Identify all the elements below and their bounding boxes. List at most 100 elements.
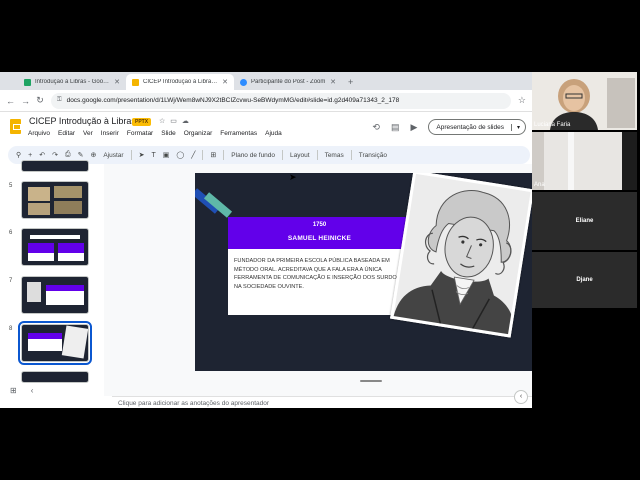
side-panel-toggle-icon[interactable]: ‹ — [514, 390, 528, 404]
paint-format-icon[interactable]: ✎ — [78, 151, 84, 159]
google-slides-logo-icon[interactable] — [10, 119, 21, 134]
zoom-favicon-icon — [240, 78, 247, 86]
slide-thumbnail[interactable] — [21, 276, 89, 314]
menu-formatar[interactable]: Formatar — [127, 130, 153, 137]
slide-person-name: SAMUEL HEINICKE — [287, 235, 352, 242]
back-arrow-icon[interactable]: ← — [6, 96, 15, 106]
cloud-status-icon[interactable]: ☁ — [182, 117, 189, 125]
slide-year: 1750 — [312, 222, 327, 228]
slide-number: 6 — [9, 230, 13, 236]
collapse-icon[interactable]: ‹ — [31, 386, 34, 395]
current-slide[interactable]: 1750 SAMUEL HEINICKE FUNDADOR DA PRIMEIR… — [195, 173, 548, 371]
tab-slides[interactable]: CICEP Introdução à Libras.pptx ✕ — [126, 74, 234, 90]
slide-thumbnail[interactable] — [21, 228, 89, 266]
filmstrip-view-controls: ⊞ ‹ — [10, 386, 33, 395]
document-title[interactable]: CICEP Introdução à Libras — [29, 116, 136, 126]
new-slide-icon[interactable]: + — [28, 152, 32, 159]
grid-view-icon[interactable]: ⊞ — [10, 386, 17, 395]
slide-body-text[interactable]: FUNDADOR DA PRIMEIRA ESCOLA PÚBLICA BASE… — [228, 249, 411, 315]
star-icon[interactable]: ☆ — [159, 117, 165, 125]
move-folder-icon[interactable]: ▭ — [170, 117, 177, 125]
divider — [130, 150, 132, 160]
zoom-select[interactable]: Ajustar — [103, 152, 123, 159]
participant-name: Djane — [576, 277, 593, 283]
tab-google-docs[interactable]: Introdução à Libras - Google D ✕ — [18, 74, 126, 90]
menu-arquivo[interactable]: Arquivo — [28, 130, 50, 137]
history-icon[interactable]: ⟲ — [372, 122, 380, 133]
comments-icon[interactable]: ▤ — [391, 122, 400, 133]
tab-title: Introdução à Libras - Google D — [35, 79, 111, 85]
speaker-notes-field[interactable]: Clique para adicionar as anotações do ap… — [112, 396, 532, 408]
participant-tile-video[interactable]: Luciana Faria — [532, 72, 637, 130]
title-box[interactable]: 1750 SAMUEL HEINICKE — [228, 217, 411, 249]
tab-zoom[interactable]: Participante do Post - Zoom ✕ — [234, 74, 342, 90]
slide-number: 8 — [9, 326, 13, 332]
participant-name: Ana — [534, 182, 545, 188]
menu-ferramentas[interactable]: Ferramentas — [220, 130, 257, 137]
tab-title: Participante do Post - Zoom — [251, 79, 326, 85]
reload-icon[interactable]: ↻ — [36, 95, 44, 106]
mouse-cursor-icon: ➤ — [289, 172, 297, 182]
url-text: docs.google.com/presentation/d/1LWj/Wem8… — [66, 97, 400, 104]
participant-tile[interactable]: Eliane — [532, 192, 637, 250]
new-tab-button[interactable]: + — [342, 74, 359, 90]
search-menus-icon[interactable]: ⚲ — [16, 151, 21, 159]
google-docs-favicon-icon — [24, 78, 31, 86]
menu-organizar[interactable]: Organizar — [184, 130, 213, 137]
divider — [316, 150, 318, 160]
slide-number: 5 — [9, 183, 13, 189]
url-input[interactable]: ⚿ docs.google.com/presentation/d/1LWj/We… — [51, 92, 511, 109]
forward-arrow-icon[interactable]: → — [21, 96, 30, 106]
close-icon[interactable]: ✕ — [222, 78, 228, 86]
slide-number: 7 — [9, 278, 13, 284]
undo-icon[interactable]: ↶ — [39, 151, 45, 159]
shape-icon[interactable]: ◯ — [176, 151, 184, 159]
menu-editar[interactable]: Editar — [58, 130, 75, 137]
transition-button[interactable]: Transição — [359, 152, 387, 159]
select-cursor-icon[interactable]: ➤ — [139, 151, 145, 159]
chevron-down-icon[interactable]: ▾ — [510, 123, 525, 131]
horizontal-scrollbar[interactable] — [360, 380, 382, 382]
portrait-image[interactable] — [390, 173, 534, 338]
menu-ver[interactable]: Ver — [83, 130, 93, 137]
file-type-badge: PPTX — [132, 118, 152, 126]
themes-button[interactable]: Temas — [325, 152, 344, 159]
slide-thumbnail[interactable] — [21, 371, 89, 383]
portrait-drawing — [392, 173, 534, 338]
address-bar: ← → ↻ ⚿ docs.google.com/presentation/d/1… — [0, 90, 532, 112]
participant-name: Eliane — [575, 218, 594, 224]
site-info-icon[interactable]: ⚿ — [57, 97, 62, 104]
bookmark-star-icon[interactable]: ☆ — [518, 95, 526, 106]
slide-thumbnail[interactable] — [21, 160, 89, 172]
slide-thumbnail-selected[interactable] — [18, 321, 92, 365]
print-icon[interactable]: ⎙ — [65, 151, 71, 159]
menu-bar: Arquivo Editar Ver Inserir Formatar Slid… — [28, 130, 282, 137]
participant-tile[interactable]: Djane — [532, 252, 637, 308]
zoom-icon[interactable]: ⊕ — [90, 151, 96, 159]
layout-button[interactable]: Layout — [290, 152, 310, 159]
participant-video — [532, 132, 637, 190]
slide-filmstrip: 5 6 7 8 — [0, 160, 104, 383]
text-box-icon[interactable]: T — [151, 152, 155, 159]
participant-name: Luciana Faria — [534, 122, 571, 128]
menu-ajuda[interactable]: Ajuda — [265, 130, 282, 137]
menu-slide[interactable]: Slide — [161, 130, 175, 137]
close-icon[interactable]: ✕ — [330, 78, 336, 86]
comment-add-icon[interactable]: ⊞ — [210, 151, 216, 159]
close-icon[interactable]: ✕ — [114, 78, 120, 86]
google-slides-favicon-icon — [132, 78, 139, 86]
image-icon[interactable]: ▣ — [163, 151, 170, 159]
meet-icon[interactable]: ▶ — [410, 122, 417, 133]
title-icons: ☆ ▭ ☁ — [159, 117, 189, 125]
divider — [223, 150, 225, 160]
divider — [282, 150, 284, 160]
background-button[interactable]: Plano de fundo — [231, 152, 275, 159]
slideshow-button[interactable]: Apresentação de slides ▾ — [428, 119, 526, 135]
line-icon[interactable]: ╱ — [191, 151, 195, 159]
slides-header: CICEP Introdução à Libras PPTX ☆ ▭ ☁ Arq… — [0, 112, 532, 146]
slide-thumbnail[interactable] — [21, 181, 89, 219]
participant-tile-video[interactable]: Ana — [532, 132, 637, 190]
menu-inserir[interactable]: Inserir — [101, 130, 119, 137]
redo-icon[interactable]: ↷ — [52, 151, 58, 159]
divider — [202, 150, 204, 160]
